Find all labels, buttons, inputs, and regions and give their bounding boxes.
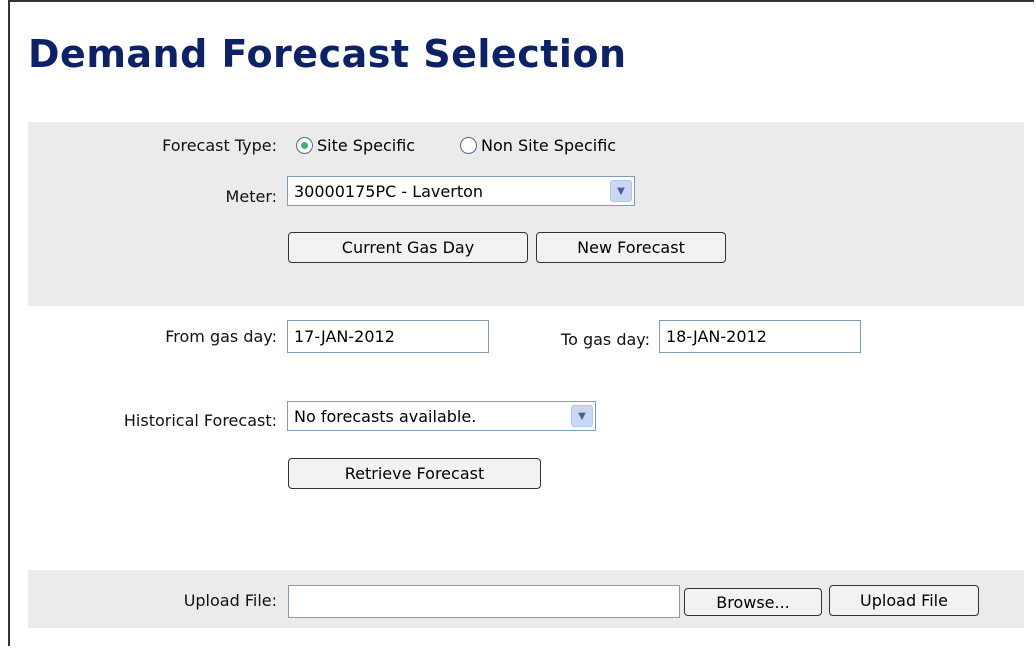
- radio-non-site-specific[interactable]: Non Site Specific: [460, 136, 616, 155]
- chevron-down-icon[interactable]: ▼: [571, 405, 593, 427]
- meter-select-value: 30000175PC - Laverton: [294, 181, 484, 201]
- from-gas-day-label: From gas day:: [165, 327, 277, 346]
- retrieve-forecast-button[interactable]: Retrieve Forecast: [288, 458, 541, 489]
- historical-forecast-value: No forecasts available.: [294, 406, 477, 426]
- to-gas-day-input[interactable]: [659, 320, 861, 353]
- radio-selected-icon: [296, 137, 313, 154]
- upload-file-path-input[interactable]: [288, 585, 680, 618]
- meter-label: Meter:: [225, 187, 277, 206]
- new-forecast-button[interactable]: New Forecast: [536, 232, 726, 263]
- current-gas-day-button[interactable]: Current Gas Day: [288, 232, 528, 263]
- radio-site-specific[interactable]: Site Specific: [296, 136, 415, 155]
- to-gas-day-label: To gas day:: [561, 330, 650, 349]
- browse-button[interactable]: Browse...: [684, 588, 822, 616]
- page-frame: [8, 0, 1034, 646]
- historical-forecast-label: Historical Forecast:: [123, 411, 277, 430]
- chevron-down-icon[interactable]: ▼: [610, 180, 632, 202]
- forecast-type-label: Forecast Type:: [162, 136, 277, 155]
- historical-forecast-select[interactable]: No forecasts available. ▼: [287, 401, 596, 431]
- from-gas-day-input[interactable]: [287, 320, 489, 353]
- upload-file-button[interactable]: Upload File: [829, 585, 979, 616]
- page-title: Demand Forecast Selection: [28, 32, 627, 76]
- radio-site-specific-label: Site Specific: [317, 136, 416, 155]
- radio-unselected-icon: [460, 137, 477, 154]
- meter-select[interactable]: 30000175PC - Laverton ▼: [287, 176, 635, 206]
- radio-non-site-specific-label: Non Site Specific: [481, 136, 617, 155]
- upload-file-label: Upload File:: [183, 591, 277, 610]
